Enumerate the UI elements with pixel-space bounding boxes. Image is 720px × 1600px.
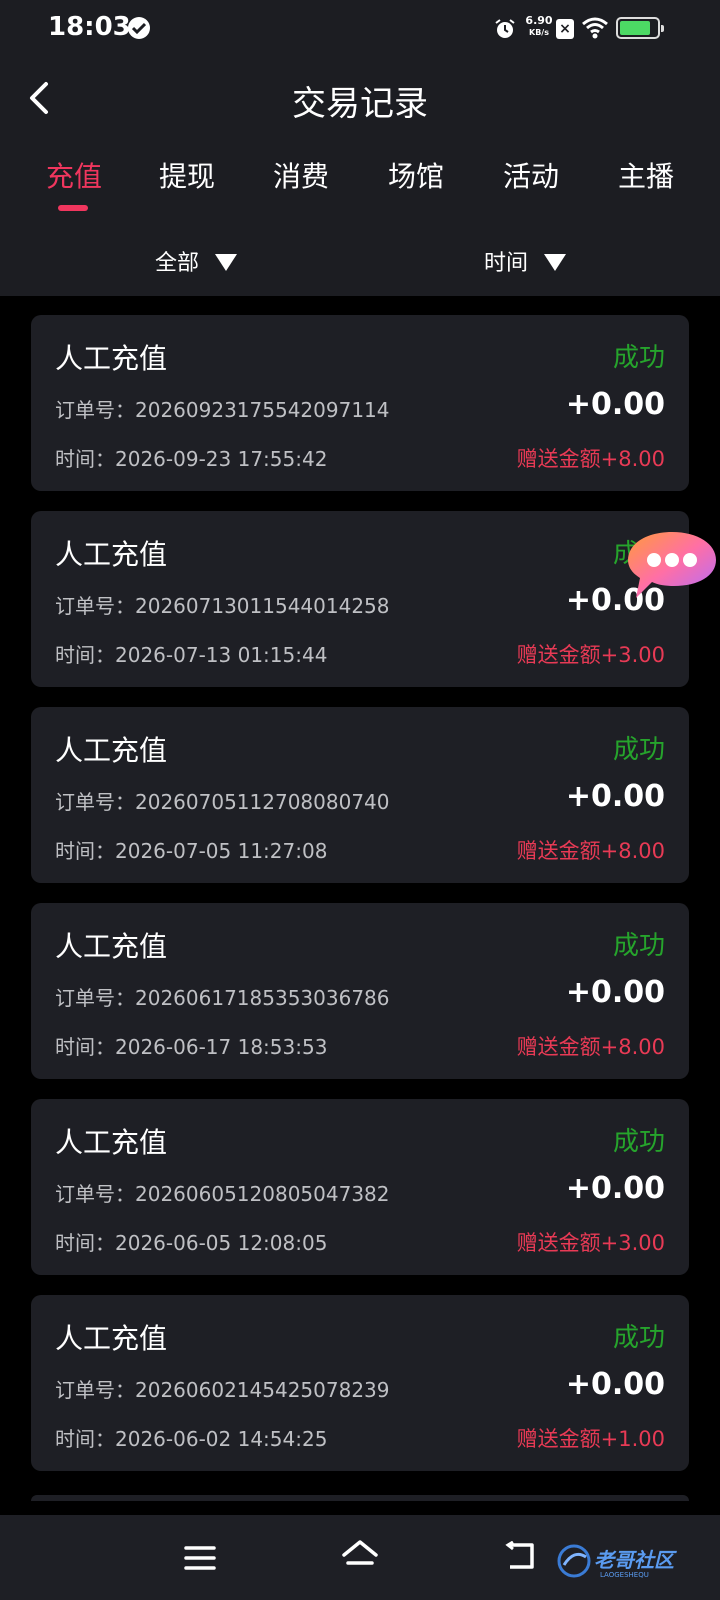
record-status: 成功 bbox=[612, 343, 665, 373]
order-number: 20260605120805047382 bbox=[135, 1182, 390, 1206]
alarm-icon bbox=[494, 18, 516, 44]
record-card[interactable]: 人工充值 成功 订单号：20260602145425078239 +0.00 时… bbox=[31, 1295, 689, 1471]
order-number: 20260923175542097114 bbox=[135, 398, 390, 422]
order-number: 20260617185353036786 bbox=[135, 986, 390, 1010]
time-label: 时间： bbox=[55, 643, 115, 667]
sim-off-icon: × bbox=[556, 19, 574, 39]
time-value: 2026-09-23 17:55:42 bbox=[115, 447, 328, 471]
active-tab-indicator bbox=[58, 205, 88, 211]
category-filter[interactable]: 全部 bbox=[155, 245, 238, 277]
record-time: 时间：2026-06-02 14:54:25 bbox=[55, 1423, 327, 1452]
order-label: 订单号： bbox=[55, 1378, 135, 1402]
record-order: 订单号：20260923175542097114 bbox=[55, 394, 390, 423]
time-label: 时间： bbox=[55, 447, 115, 471]
category-filter-label: 全部 bbox=[155, 251, 200, 276]
network-speed: 6.90 KB/s bbox=[521, 15, 557, 38]
order-number: 20260602145425078239 bbox=[135, 1378, 390, 1402]
record-amount: +0.00 bbox=[565, 975, 665, 1010]
record-order: 订单号：20260705112708080740 bbox=[55, 786, 390, 815]
watermark-logo: 老哥社区 LAOGESHEQU bbox=[556, 1543, 706, 1579]
wifi-icon bbox=[582, 17, 608, 43]
record-time: 时间：2026-07-13 01:15:44 bbox=[55, 639, 327, 668]
record-card[interactable]: 人工充值 成功 订单号：20260705112708080740 +0.00 时… bbox=[31, 707, 689, 883]
record-bonus: 赠送金额+3.00 bbox=[516, 1231, 665, 1255]
tab-bar: 充值 提现 消费 场馆 活动 主播 bbox=[0, 155, 720, 215]
record-bonus: 赠送金额+8.00 bbox=[516, 447, 665, 471]
record-time: 时间：2026-06-17 18:53:53 bbox=[55, 1031, 327, 1060]
watermark-text: 老哥社区 bbox=[594, 1548, 677, 1572]
status-bar: 18:03 6.90 KB/s × bbox=[0, 0, 720, 56]
order-label: 订单号： bbox=[55, 986, 135, 1010]
caret-down-icon bbox=[544, 254, 567, 271]
record-order: 订单号：20260605120805047382 bbox=[55, 1178, 390, 1207]
time-value: 2026-06-17 18:53:53 bbox=[115, 1035, 328, 1059]
time-label: 时间： bbox=[55, 839, 115, 863]
record-title: 人工充值 bbox=[55, 1126, 168, 1159]
record-status: 成功 bbox=[612, 1127, 665, 1157]
order-number: 20260705112708080740 bbox=[135, 790, 390, 814]
tab-activity[interactable]: 活动 bbox=[476, 155, 586, 195]
network-speed-value: 6.90 bbox=[525, 14, 553, 27]
record-order: 订单号：20260713011544014258 bbox=[55, 590, 390, 619]
chat-bubble-icon[interactable] bbox=[624, 528, 720, 608]
record-bonus: 赠送金额+1.00 bbox=[516, 1427, 665, 1451]
record-card[interactable]: 人工充值 成功 订单号：20260617185353036786 +0.00 时… bbox=[31, 903, 689, 1079]
tab-withdraw[interactable]: 提现 bbox=[132, 155, 242, 195]
tab-venue[interactable]: 场馆 bbox=[361, 155, 471, 195]
record-title: 人工充值 bbox=[55, 342, 168, 375]
record-time: 时间：2026-06-05 12:08:05 bbox=[55, 1227, 327, 1256]
navigation-bar: 老哥社区 LAOGESHEQU bbox=[0, 1515, 720, 1600]
time-filter-label: 时间 bbox=[484, 251, 529, 276]
battery-icon bbox=[616, 17, 664, 39]
record-card-partial bbox=[31, 1495, 689, 1501]
record-card[interactable]: 人工充值 成功 订单号：20260713011544014258 +0.00 时… bbox=[31, 511, 689, 687]
record-amount: +0.00 bbox=[565, 387, 665, 422]
record-time: 时间：2026-09-23 17:55:42 bbox=[55, 443, 327, 472]
order-label: 订单号： bbox=[55, 790, 135, 814]
menu-icon[interactable] bbox=[184, 1545, 216, 1575]
order-label: 订单号： bbox=[55, 594, 135, 618]
time-filter[interactable]: 时间 bbox=[484, 245, 567, 277]
record-order: 订单号：20260602145425078239 bbox=[55, 1374, 390, 1403]
page-title: 交易记录 bbox=[292, 84, 428, 124]
tab-streamer[interactable]: 主播 bbox=[591, 155, 701, 195]
status-time: 18:03 bbox=[48, 12, 131, 42]
time-label: 时间： bbox=[55, 1427, 115, 1451]
record-list: 人工充值 成功 订单号：20260923175542097114 +0.00 时… bbox=[31, 315, 689, 1491]
record-amount: +0.00 bbox=[565, 779, 665, 814]
record-time: 时间：2026-07-05 11:27:08 bbox=[55, 835, 327, 864]
record-amount: +0.00 bbox=[565, 1367, 665, 1402]
tab-consume[interactable]: 消费 bbox=[246, 155, 356, 195]
record-amount: +0.00 bbox=[565, 1171, 665, 1206]
record-order: 订单号：20260617185353036786 bbox=[55, 982, 390, 1011]
time-label: 时间： bbox=[55, 1035, 115, 1059]
time-value: 2026-07-13 01:15:44 bbox=[115, 643, 328, 667]
record-bonus: 赠送金额+8.00 bbox=[516, 839, 665, 863]
home-icon[interactable] bbox=[340, 1539, 380, 1577]
record-title: 人工充值 bbox=[55, 734, 168, 767]
record-card[interactable]: 人工充值 成功 订单号：20260923175542097114 +0.00 时… bbox=[31, 315, 689, 491]
time-value: 2026-06-05 12:08:05 bbox=[115, 1231, 328, 1255]
record-bonus: 赠送金额+8.00 bbox=[516, 1035, 665, 1059]
record-bonus: 赠送金额+3.00 bbox=[516, 643, 665, 667]
record-status: 成功 bbox=[612, 931, 665, 961]
record-status: 成功 bbox=[612, 735, 665, 765]
order-label: 订单号： bbox=[55, 398, 135, 422]
network-speed-unit: KB/s bbox=[529, 28, 549, 37]
record-title: 人工充值 bbox=[55, 1322, 168, 1355]
check-circle-icon bbox=[128, 17, 150, 39]
record-status: 成功 bbox=[612, 1323, 665, 1353]
time-label: 时间： bbox=[55, 1231, 115, 1255]
record-title: 人工充值 bbox=[55, 930, 168, 963]
time-value: 2026-06-02 14:54:25 bbox=[115, 1427, 328, 1451]
record-card[interactable]: 人工充值 成功 订单号：20260605120805047382 +0.00 时… bbox=[31, 1099, 689, 1275]
time-value: 2026-07-05 11:27:08 bbox=[115, 839, 328, 863]
caret-down-icon bbox=[215, 254, 238, 271]
watermark-sub: LAOGESHEQU bbox=[600, 1571, 649, 1579]
back-icon[interactable] bbox=[504, 1540, 536, 1575]
record-title: 人工充值 bbox=[55, 538, 168, 571]
order-label: 订单号： bbox=[55, 1182, 135, 1206]
tab-recharge[interactable]: 充值 bbox=[19, 155, 129, 195]
order-number: 20260713011544014258 bbox=[135, 594, 390, 618]
